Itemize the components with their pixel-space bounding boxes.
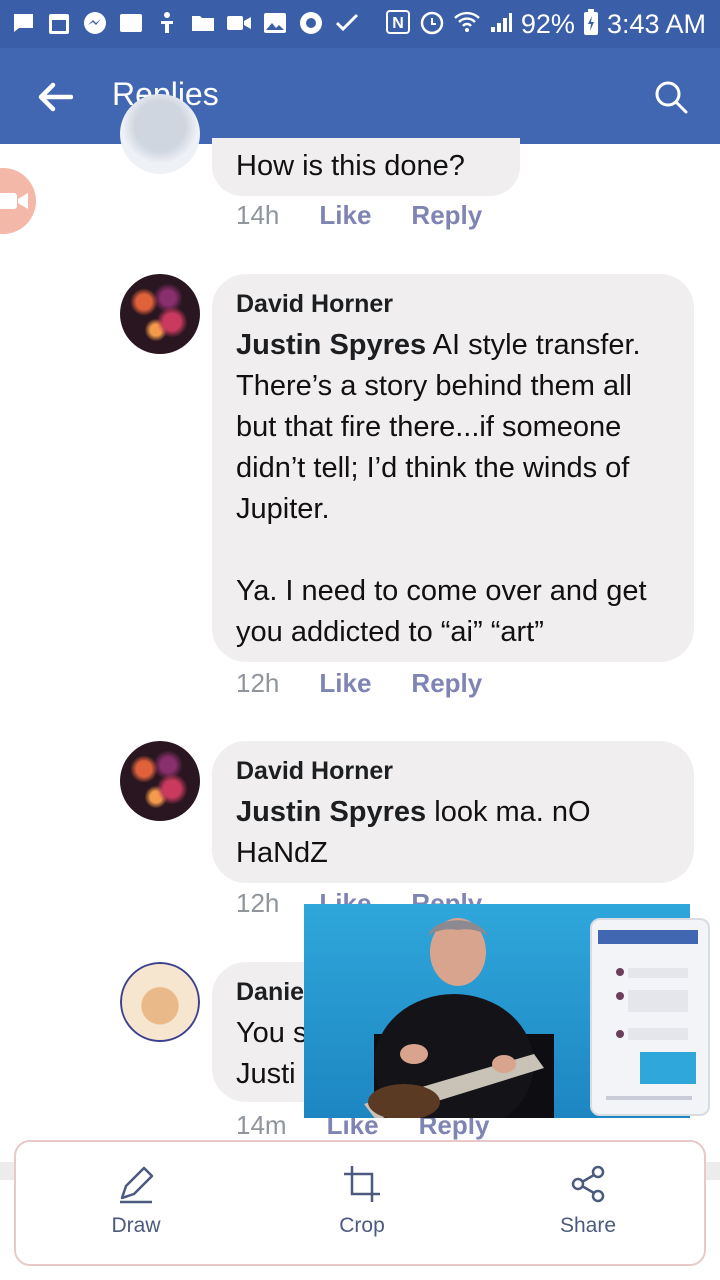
comment-time: 14m: [236, 1110, 287, 1140]
sync-icon: [298, 10, 324, 36]
notification-icons: [10, 10, 360, 36]
status-right: N 92% 3:43 AM: [385, 6, 706, 42]
comment-bubble: How is this done?: [212, 138, 520, 196]
comment-time: 12h: [236, 888, 280, 918]
draw-button[interactable]: Draw: [76, 1164, 196, 1254]
guitarist-image: [364, 918, 554, 1118]
comment-body: AI style transfer. There’s a story behin…: [236, 329, 647, 648]
comment-line: Justi: [236, 1058, 296, 1090]
folder-icon: [190, 10, 216, 36]
signal-icon: [489, 10, 513, 39]
svg-text:N: N: [392, 15, 404, 32]
video-camera-icon: [0, 193, 28, 209]
share-button[interactable]: Share: [528, 1164, 648, 1254]
avatar[interactable]: [120, 741, 200, 821]
alarm-icon: [419, 9, 445, 40]
video-chat-bubble[interactable]: [0, 168, 36, 234]
comment-text: Justin Spyres AI style transfer. There’s…: [236, 325, 670, 653]
messenger-icon: [82, 10, 108, 36]
comment-time: 12h: [236, 668, 280, 698]
comment-time: 14h: [236, 200, 280, 230]
battery-icon: [583, 8, 599, 41]
comment-author[interactable]: David Horner: [236, 290, 670, 319]
video-camera-icon: [226, 10, 252, 36]
accessibility-icon: [154, 10, 180, 36]
comment-bubble: David Horner Justin Spyres look ma. nO H…: [212, 741, 694, 883]
preview-image: [598, 930, 698, 1100]
avatar[interactable]: [120, 274, 200, 354]
arrow-left-icon: [38, 82, 73, 112]
like-link[interactable]: Like: [319, 200, 371, 231]
comment-meta: 14h Like Reply: [236, 200, 482, 231]
avatar[interactable]: [120, 94, 200, 174]
screenshot-action-bar: Draw Crop Share: [14, 1140, 706, 1266]
comment-author[interactable]: David Horner: [236, 757, 670, 786]
crop-icon: [344, 1166, 380, 1202]
share-label: Share: [559, 1214, 617, 1237]
crop-label: Crop: [339, 1214, 385, 1237]
nfc-icon: N: [385, 9, 411, 40]
draw-label: Draw: [111, 1214, 161, 1237]
status-bar: N 92% 3:43 AM: [0, 0, 720, 48]
reply-link[interactable]: Reply: [411, 200, 482, 231]
search-icon: [655, 81, 688, 114]
battery-percent: 92%: [520, 8, 575, 39]
wifi-icon: [453, 10, 481, 39]
image-icon: [262, 10, 288, 36]
chat-icon: [10, 10, 36, 36]
screen-preview-thumbnail[interactable]: [590, 918, 710, 1116]
comment-text: Justin Spyres look ma. nO HaNdZ: [236, 792, 670, 874]
comment-text: How is this done?: [236, 150, 465, 182]
clock: 3:43 AM: [606, 8, 706, 39]
reply-link[interactable]: Reply: [411, 668, 482, 699]
back-button[interactable]: [30, 72, 80, 122]
comment-bubble: David Horner Justin Spyres AI style tran…: [212, 274, 694, 662]
share-icon: [571, 1165, 605, 1203]
check-icon: [334, 10, 360, 36]
crop-button[interactable]: Crop: [302, 1164, 422, 1254]
mention-link[interactable]: Justin Spyres: [236, 796, 426, 828]
app-bar: Replies: [0, 48, 720, 144]
avatar[interactable]: [120, 962, 200, 1042]
search-button[interactable]: [646, 72, 696, 122]
like-link[interactable]: Like: [319, 668, 371, 699]
mention-link[interactable]: Justin Spyres: [236, 329, 426, 361]
calendar-icon: [46, 10, 72, 36]
comment-meta: 12h Like Reply: [236, 668, 482, 699]
photo-card-icon: [118, 10, 144, 36]
comment-line: You s: [236, 1017, 308, 1049]
pencil-icon: [120, 1166, 154, 1204]
